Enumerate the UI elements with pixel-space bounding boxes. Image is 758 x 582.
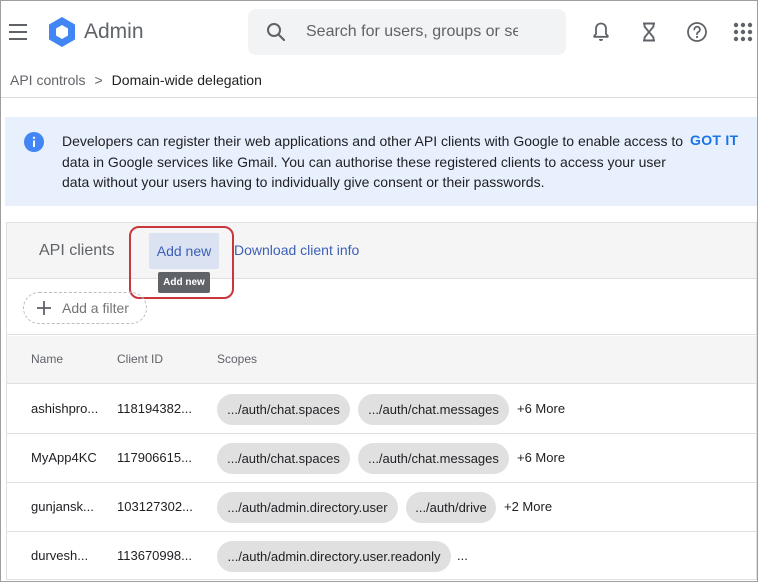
api-clients-card: API clients Add new Download client info… [6,222,757,580]
column-header-scopes[interactable]: Scopes [217,352,257,366]
scope-chip: .../auth/chat.spaces [217,394,350,425]
scope-chip: .../auth/admin.directory.user [217,492,398,523]
app-title: Admin [84,20,144,43]
column-header-client-id[interactable]: Client ID [117,352,163,366]
column-header-name[interactable]: Name [31,352,63,366]
more-scopes-link[interactable]: +6 More [517,401,565,416]
breadcrumb-separator: > [94,72,103,88]
table-header: Name Client ID Scopes [7,336,756,384]
table-row[interactable]: MyApp4KC 117906615... .../auth/chat.spac… [7,434,756,483]
client-id: 113670998... [117,548,192,563]
add-filter-button[interactable]: Add a filter [23,292,147,324]
got-it-button[interactable]: GOT IT [690,132,738,148]
add-new-button[interactable]: Add new [149,233,219,269]
search-input[interactable] [306,23,518,41]
download-client-info-button[interactable]: Download client info [234,242,359,258]
scope-chip: .../auth/chat.messages [358,394,509,425]
admin-logo-icon [49,17,75,47]
client-id: 117906615... [117,450,192,465]
card-title: API clients [39,242,115,259]
scope-chip: .../auth/chat.messages [358,443,509,474]
info-banner: Developers can register their web applic… [5,117,757,206]
info-icon [24,132,44,152]
more-scopes-link[interactable]: +6 More [517,450,565,465]
more-scopes-link[interactable]: +2 More [504,499,552,514]
notifications-bell-icon[interactable] [589,20,613,44]
search-icon[interactable] [264,20,288,44]
admin-logo[interactable]: Admin [46,16,144,48]
header-divider [1,97,757,98]
card-header: API clients Add new Download client info [7,223,756,279]
client-name[interactable]: MyApp4KC [31,450,97,465]
scope-chip: .../auth/chat.spaces [217,443,350,474]
scope-chip: .../auth/drive [406,492,496,523]
filter-row: Add a filter [7,280,756,335]
client-name[interactable]: durvesh... [31,548,88,563]
table-row[interactable]: gunjansk... 103127302... .../auth/admin.… [7,483,756,532]
top-app-bar: Admin [1,1,757,63]
table-row[interactable]: durvesh... 113670998... .../auth/admin.d… [7,532,756,581]
breadcrumb-api-controls[interactable]: API controls [10,72,85,88]
tasks-hourglass-icon[interactable] [637,20,661,44]
menu-icon[interactable] [7,21,29,43]
client-name[interactable]: gunjansk... [31,499,94,514]
scope-chip: .../auth/admin.directory.user.readonly [217,541,451,572]
client-id: 103127302... [117,499,193,514]
banner-text: Developers can register their web applic… [62,133,684,190]
breadcrumb-current: Domain-wide delegation [111,72,262,88]
search-bar[interactable] [248,9,566,55]
apps-grid-icon[interactable] [731,20,755,44]
add-filter-label: Add a filter [62,300,129,316]
table-row[interactable]: ashishpro... 118194382... .../auth/chat.… [7,385,756,434]
plus-icon [37,301,51,315]
client-name[interactable]: ashishpro... [31,401,98,416]
help-icon[interactable] [685,20,709,44]
client-id: 118194382... [117,401,192,416]
breadcrumb: API controls > Domain-wide delegation [10,72,262,88]
more-scopes-link[interactable]: ... [457,548,468,563]
